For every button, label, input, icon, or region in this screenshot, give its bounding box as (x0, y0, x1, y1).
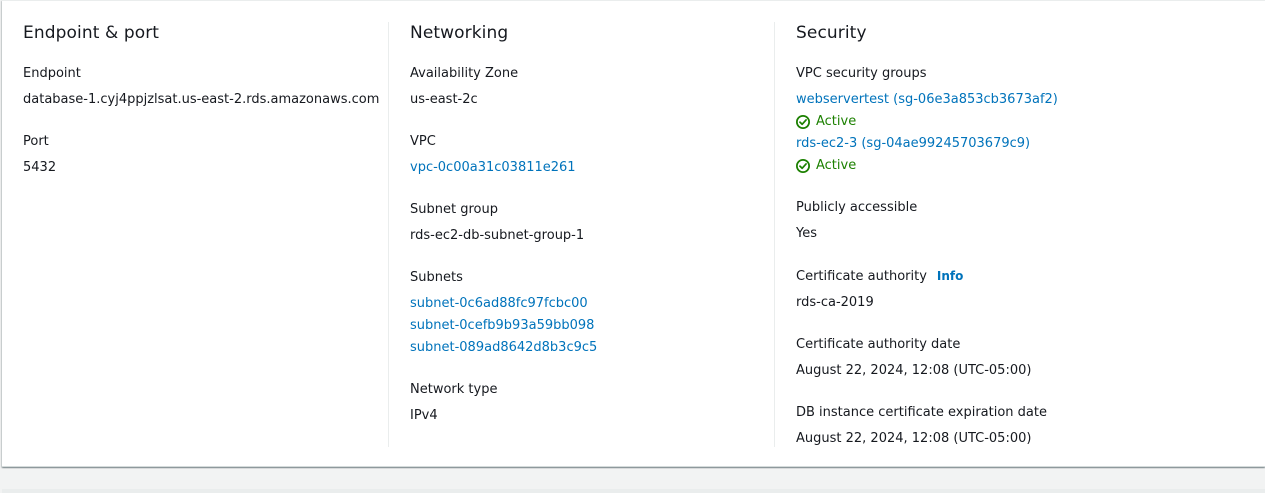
check-circle-icon (796, 115, 810, 129)
certificate-expiration-label: DB instance certificate expiration date (796, 405, 1047, 420)
endpoint-field: Endpoint database-1.cyj4ppjzlsat.us-east… (23, 63, 388, 111)
vpc-security-groups-field: VPC security groups webservertest (sg-06… (796, 63, 1244, 177)
subnet-group-label: Subnet group (410, 202, 498, 217)
publicly-accessible-field: Publicly accessible Yes (796, 197, 1244, 245)
vpc-field: VPC vpc-0c00a31c03811e261 (410, 131, 774, 179)
port-label: Port (23, 134, 49, 149)
certificate-authority-value: rds-ca-2019 (796, 295, 874, 310)
subnet-link[interactable]: subnet-089ad8642d8b3c9c5 (410, 337, 774, 359)
port-value: 5432 (23, 160, 57, 175)
certificate-authority-date-value: August 22, 2024, 12:08 (UTC-05:00) (796, 363, 1032, 378)
publicly-accessible-value: Yes (796, 226, 817, 241)
endpoint-value: database-1.cyj4ppjzlsat.us-east-2.rds.am… (23, 92, 380, 107)
security-column: Security VPC security groups webserverte… (774, 22, 1244, 447)
certificate-expiration-value: August 22, 2024, 12:08 (UTC-05:00) (796, 431, 1032, 446)
subnet-link[interactable]: subnet-0cefb9b93a59bb098 (410, 315, 774, 337)
network-type-value: IPv4 (410, 408, 438, 423)
endpoint-label: Endpoint (23, 66, 81, 81)
networking-title: Networking (410, 23, 509, 43)
endpoint-port-column: Endpoint & port Endpoint database-1.cyj4… (23, 22, 388, 447)
endpoint-port-title: Endpoint & port (23, 23, 160, 43)
certificate-authority-date-field: Certificate authority date August 22, 20… (796, 334, 1244, 382)
network-type-label: Network type (410, 382, 498, 397)
availability-zone-label: Availability Zone (410, 66, 519, 81)
subnet-link[interactable]: subnet-0c6ad88fc97fcbc00 (410, 293, 774, 315)
connectivity-details-panel: Endpoint & port Endpoint database-1.cyj4… (2, 0, 1265, 467)
check-circle-icon (796, 159, 810, 173)
certificate-authority-field: Certificate authority Info rds-ca-2019 (796, 265, 1244, 314)
publicly-accessible-label: Publicly accessible (796, 200, 918, 215)
vpc-security-groups-label: VPC security groups (796, 66, 927, 81)
networking-column: Networking Availability Zone us-east-2c … (388, 22, 774, 447)
certificate-authority-date-label: Certificate authority date (796, 337, 961, 352)
subnet-group-field: Subnet group rds-ec2-db-subnet-group-1 (410, 199, 774, 247)
status-text: Active (816, 158, 857, 173)
security-group-link[interactable]: webservertest (sg-06e3a853cb3673af2) (796, 89, 1244, 111)
status-text: Active (816, 114, 857, 129)
availability-zone-field: Availability Zone us-east-2c (410, 63, 774, 111)
network-type-field: Network type IPv4 (410, 379, 774, 427)
certificate-expiration-field: DB instance certificate expiration date … (796, 402, 1244, 450)
vpc-label: VPC (410, 134, 436, 149)
certificate-authority-info-link[interactable]: Info (937, 269, 963, 283)
certificate-authority-label: Certificate authority (796, 269, 927, 284)
vpc-link[interactable]: vpc-0c00a31c03811e261 (410, 157, 774, 179)
next-panel-edge (2, 489, 1265, 493)
security-group-status: Active (796, 155, 1244, 177)
subnet-group-value: rds-ec2-db-subnet-group-1 (410, 228, 585, 243)
security-title: Security (796, 23, 867, 43)
subnets-label: Subnets (410, 270, 463, 285)
port-field: Port 5432 (23, 131, 388, 179)
security-group-status: Active (796, 111, 1244, 133)
security-group-link[interactable]: rds-ec2-3 (sg-04ae99245703679c9) (796, 133, 1244, 155)
availability-zone-value: us-east-2c (410, 92, 478, 107)
subnets-field: Subnets subnet-0c6ad88fc97fcbc00 subnet-… (410, 267, 774, 359)
